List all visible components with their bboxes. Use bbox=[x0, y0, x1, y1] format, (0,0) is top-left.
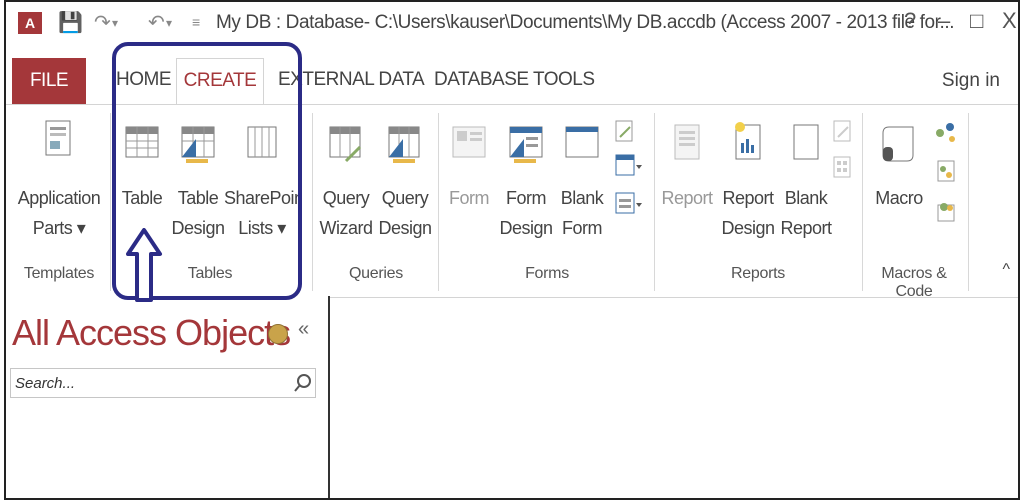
module-icon[interactable] bbox=[934, 119, 958, 150]
application-parts-icon bbox=[45, 120, 71, 156]
group-label-macros-code: Macros & Code bbox=[881, 265, 947, 300]
query-wizard-icon bbox=[329, 126, 362, 163]
query-design-button[interactable]: Query Design bbox=[376, 111, 434, 243]
up-arrow-icon bbox=[126, 228, 162, 302]
group-label-reports: Reports bbox=[731, 265, 785, 282]
group-separator bbox=[110, 113, 111, 291]
labels-icon[interactable] bbox=[832, 155, 852, 186]
visual-basic-icon[interactable] bbox=[934, 199, 958, 230]
button-label: Report bbox=[661, 188, 713, 208]
customize-toolbar-icon[interactable]: ≡ bbox=[192, 14, 200, 30]
redo-dropdown-icon[interactable]: ▾ bbox=[112, 16, 118, 30]
redo-icon[interactable]: ↷ bbox=[94, 10, 111, 35]
application-parts-button[interactable]: Application Parts ▾ bbox=[12, 111, 106, 243]
window-title: My DB : Database- C:\Users\kauser\Docume… bbox=[216, 12, 955, 33]
access-window: A 💾 ↷ ▾ ↶ ▾ ≡ My DB : Database- C:\Users… bbox=[4, 0, 1020, 500]
navigation-dropdown-icon[interactable] bbox=[614, 153, 642, 184]
sign-in-link[interactable]: Sign in bbox=[942, 70, 1000, 92]
query-design-icon bbox=[388, 126, 420, 163]
query-wizard-button[interactable]: Query Wizard bbox=[318, 111, 374, 243]
form-design-button[interactable]: Form Design bbox=[498, 111, 554, 243]
report-icon bbox=[674, 124, 700, 160]
report-design-icon bbox=[735, 122, 761, 160]
access-logo-icon: A bbox=[18, 12, 42, 34]
form-button[interactable]: Form bbox=[442, 111, 496, 213]
button-label: Form bbox=[506, 188, 547, 208]
button-label: Blank bbox=[784, 188, 828, 208]
form-wizard-icon[interactable] bbox=[614, 119, 636, 150]
minimize-button[interactable]: – bbox=[938, 8, 950, 34]
button-label: Query bbox=[322, 188, 370, 208]
button-label: Blank bbox=[560, 188, 604, 208]
nav-pane-menu-icon[interactable] bbox=[268, 324, 288, 344]
navigation-pane: All Access Objects « bbox=[6, 296, 330, 498]
class-module-icon[interactable] bbox=[934, 159, 958, 190]
button-label: Form bbox=[449, 188, 490, 208]
button-label: Report bbox=[780, 218, 832, 238]
collapse-ribbon-icon: ^ bbox=[1002, 261, 1010, 278]
save-icon[interactable]: 💾 bbox=[58, 10, 83, 35]
form-design-icon bbox=[509, 126, 543, 163]
group-label-queries: Queries bbox=[349, 265, 403, 282]
macro-icon bbox=[882, 126, 914, 162]
tab-file[interactable]: FILE bbox=[12, 58, 86, 104]
group-separator bbox=[312, 113, 313, 291]
nav-pane-collapse-button[interactable]: « bbox=[298, 318, 309, 341]
close-button[interactable]: X bbox=[1002, 8, 1017, 34]
nav-pane-title[interactable]: All Access Objects bbox=[12, 312, 291, 354]
button-label: Query bbox=[381, 188, 429, 208]
report-design-button[interactable]: Report Design bbox=[718, 111, 778, 243]
group-separator bbox=[968, 113, 969, 291]
button-label: Design bbox=[721, 218, 775, 238]
button-label: Form bbox=[562, 218, 603, 238]
blank-form-button[interactable]: Blank Form bbox=[556, 111, 608, 243]
group-separator bbox=[654, 113, 655, 291]
undo-icon[interactable]: ↶ bbox=[148, 10, 165, 35]
title-bar: A 💾 ↷ ▾ ↶ ▾ ≡ My DB : Database- C:\Users… bbox=[6, 2, 1018, 46]
button-label: Design bbox=[378, 218, 432, 238]
button-label: Macro bbox=[875, 188, 923, 208]
help-button[interactable]: ? bbox=[904, 8, 916, 34]
blank-form-icon bbox=[565, 126, 599, 158]
group-separator bbox=[438, 113, 439, 291]
button-label: Wizard bbox=[319, 218, 373, 238]
button-label: Report bbox=[722, 188, 774, 208]
report-wizard-icon[interactable] bbox=[832, 119, 852, 150]
button-label: Design bbox=[499, 218, 553, 238]
group-label-forms: Forms bbox=[525, 265, 569, 282]
form-icon bbox=[452, 126, 486, 158]
more-forms-dropdown-icon[interactable] bbox=[614, 191, 642, 222]
button-label: Application bbox=[17, 188, 101, 208]
undo-dropdown-icon[interactable]: ▾ bbox=[166, 16, 172, 30]
button-label: Parts ▾ bbox=[32, 218, 86, 238]
blank-report-icon bbox=[793, 124, 819, 160]
tab-database-tools[interactable]: DATABASE TOOLS bbox=[434, 58, 595, 102]
search-icon[interactable] bbox=[292, 372, 314, 394]
blank-report-button[interactable]: Blank Report bbox=[778, 111, 834, 243]
group-label-templates: Templates bbox=[23, 265, 95, 282]
collapse-ribbon-button[interactable]: ^ bbox=[996, 255, 1016, 285]
macro-button[interactable]: Macro bbox=[866, 111, 932, 213]
report-button[interactable]: Report bbox=[658, 111, 716, 213]
maximize-button[interactable]: □ bbox=[970, 8, 983, 34]
search-input[interactable] bbox=[10, 368, 316, 398]
